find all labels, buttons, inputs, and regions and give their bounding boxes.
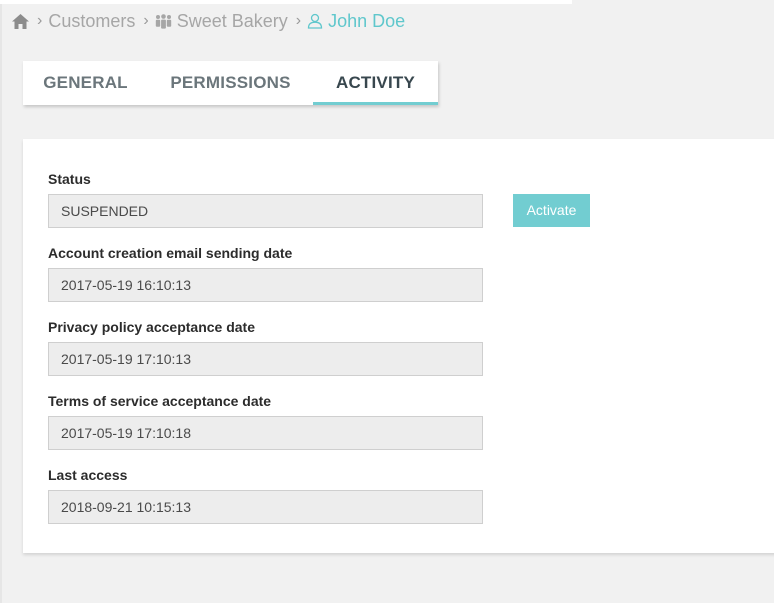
user-icon: [307, 13, 323, 29]
status-label: Status: [48, 171, 91, 187]
breadcrumb-separator: ›: [295, 12, 302, 29]
breadcrumb: › Customers › Sweet Bakery › John Doe: [12, 8, 405, 34]
last-access-field: 2018-09-21 10:15:13: [48, 490, 483, 524]
privacy-policy-field: 2017-05-19 17:10:13: [48, 342, 483, 376]
tab-permissions[interactable]: PERMISSIONS: [148, 61, 313, 105]
activate-button[interactable]: Activate: [513, 194, 590, 227]
page-left-border: [0, 0, 2, 603]
account-creation-field: 2017-05-19 16:10:13: [48, 268, 483, 302]
last-access-label: Last access: [48, 467, 128, 483]
top-bar: [0, 0, 572, 4]
breadcrumb-item-label: John Doe: [328, 10, 406, 31]
home-icon[interactable]: [12, 13, 29, 29]
breadcrumb-item-customers[interactable]: Customers: [48, 11, 135, 32]
breadcrumb-item-label: Sweet Bakery: [176, 10, 288, 31]
breadcrumb-separator: ›: [37, 12, 43, 29]
breadcrumb-item-sweet-bakery[interactable]: Sweet Bakery: [155, 11, 288, 32]
account-creation-label: Account creation email sending date: [48, 245, 293, 261]
tab-bar: GENERAL PERMISSIONS ACTIVITY: [23, 61, 438, 105]
group-icon: [155, 13, 171, 29]
terms-of-service-field: 2017-05-19 17:10:18: [48, 416, 483, 450]
breadcrumb-item-john-doe[interactable]: John Doe: [307, 11, 405, 32]
tab-activity[interactable]: ACTIVITY: [313, 61, 438, 105]
breadcrumb-separator: ›: [143, 12, 149, 29]
status-field: SUSPENDED: [48, 194, 483, 228]
terms-of-service-label: Terms of service acceptance date: [48, 393, 272, 409]
activity-panel: Status SUSPENDED Activate Account creati…: [23, 139, 774, 553]
tab-general[interactable]: GENERAL: [23, 61, 148, 105]
privacy-policy-label: Privacy policy acceptance date: [48, 319, 255, 335]
